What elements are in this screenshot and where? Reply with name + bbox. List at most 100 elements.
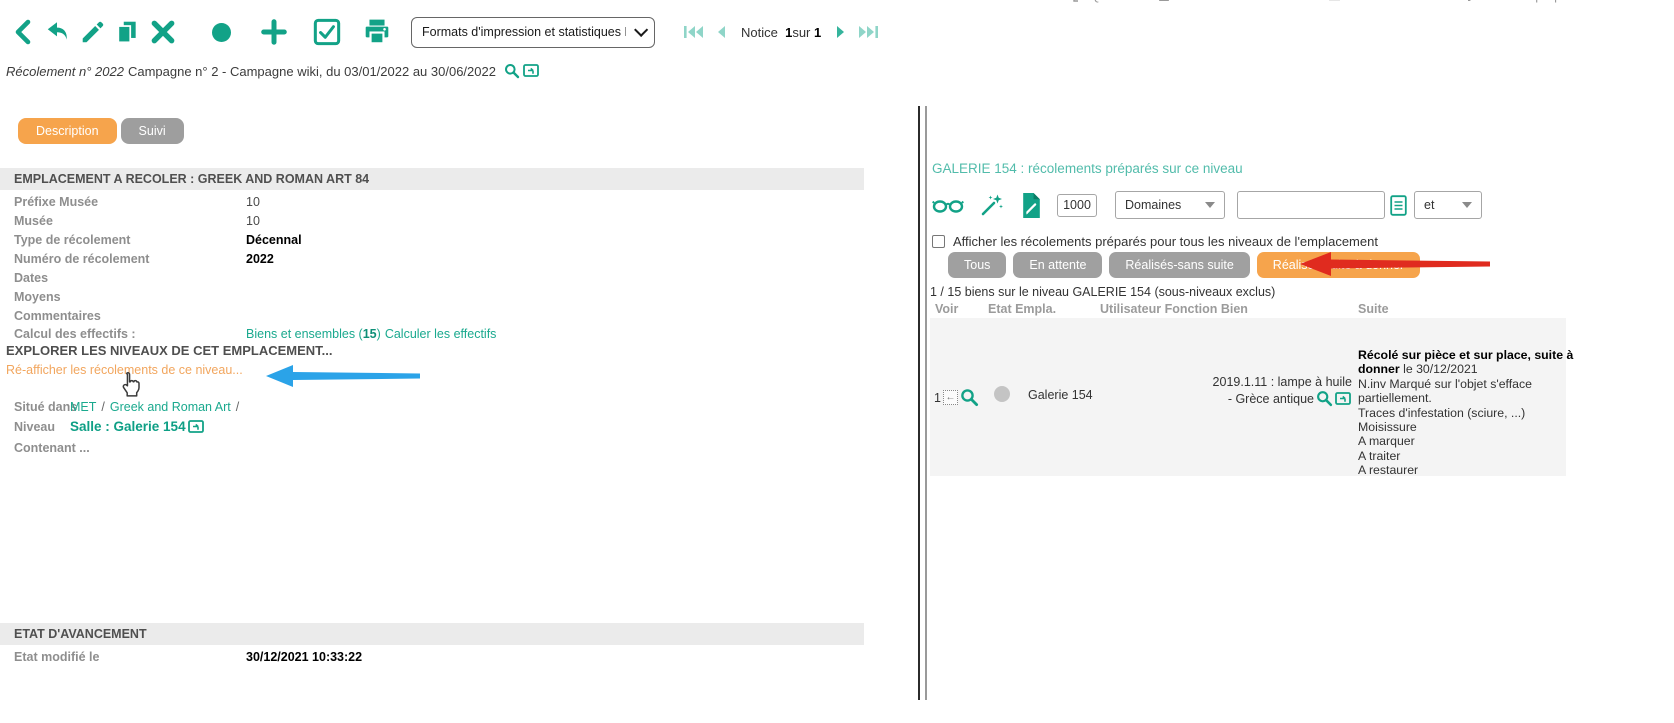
last-notice-button[interactable]: [857, 25, 879, 39]
right-toolbar: Domaines et: [932, 188, 1482, 222]
col-header-voir[interactable]: Voir: [935, 302, 958, 316]
glasses-icon: [932, 196, 964, 214]
breadcrumb: Récolement n° 2022 Campagne n° 2 - Campa…: [6, 63, 540, 79]
first-page-icon: [683, 25, 705, 39]
row-bien: 2019.1.11 : lampe à huile - Grèce antiqu…: [1168, 374, 1352, 407]
tab-label: Description: [36, 124, 99, 138]
mail-icon: [1328, 0, 1341, 1]
suite-date: le 30/12/2021: [1400, 362, 1478, 376]
close-x-icon: [150, 19, 176, 45]
panel-splitter[interactable]: [918, 106, 920, 700]
operator-select[interactable]: et: [1414, 191, 1482, 219]
add-button[interactable]: [261, 19, 287, 45]
menu-item-label: Quitter: [1090, 0, 1129, 3]
filter-label: Tous: [964, 258, 990, 272]
all-levels-checkbox-row: Afficher les récolements préparés pour t…: [932, 234, 1378, 249]
next-notice-button[interactable]: [835, 25, 847, 39]
notice-counter: Notice 1sur 1: [741, 25, 821, 40]
galerie-154-link[interactable]: Salle : Galerie 154: [70, 419, 205, 434]
panel-splitter-shadow: [925, 106, 927, 700]
copy-icon: [114, 19, 140, 45]
menu-item-label: À propos: [1523, 0, 1575, 3]
undo-arrow-icon: [44, 20, 70, 44]
menu-item-quitter[interactable]: Quitter: [1073, 0, 1129, 3]
magic-wand-button[interactable]: [980, 193, 1004, 217]
field-etat-modifie: Etat modifié le 30/12/2021 10:33:22: [0, 647, 864, 666]
view-mode-button[interactable]: [932, 196, 964, 214]
suite-line: A traiter: [1358, 449, 1578, 463]
criteria-search-input[interactable]: [1237, 191, 1385, 219]
bien-designation: - Grèce antique: [1228, 391, 1314, 407]
calculer-effectifs-link[interactable]: Calculer les effectifs: [385, 327, 497, 341]
chevron-down-icon: [1205, 202, 1215, 208]
field-dates: Dates: [0, 268, 864, 287]
menu-item-aide[interactable]: Aide: [1463, 0, 1506, 3]
top-menu: Quitter adminmusee ADMINISTRATEUR Contac…: [0, 0, 1674, 8]
edit-button[interactable]: [80, 19, 106, 45]
circle-icon: [212, 23, 231, 42]
tab-description[interactable]: Description: [18, 118, 117, 144]
biens-ensembles-link[interactable]: Biens et ensembles (15): [246, 327, 381, 341]
all-levels-checkbox-label: Afficher les récolements préparés pour t…: [953, 234, 1378, 249]
back-button[interactable]: [12, 19, 36, 45]
edit-sheet-button[interactable]: [1020, 192, 1043, 219]
search-icon[interactable]: [960, 388, 979, 407]
field-musee: Musée10: [0, 211, 864, 230]
row-index-group: 1 ←: [934, 388, 979, 407]
prev-notice-button[interactable]: [715, 25, 727, 39]
checkbox-check-icon: [313, 18, 341, 46]
domaines-select[interactable]: Domaines: [1115, 191, 1225, 219]
col-header-etat-empla[interactable]: Etat Empla.: [988, 302, 1056, 316]
recolement-app: Quitter adminmusee ADMINISTRATEUR Contac…: [0, 0, 1674, 723]
filter-en-attente-button[interactable]: En attente: [1013, 252, 1102, 278]
record-button[interactable]: [212, 23, 231, 42]
field-niveau: Niveau Salle : Galerie 154: [0, 417, 864, 436]
print-button[interactable]: [363, 18, 391, 46]
row-emplacement: Galerie 154: [1028, 388, 1093, 402]
col-header-utilisateur-fonction-bien[interactable]: Utilisateur Fonction Bien: [1100, 302, 1248, 316]
search-icon[interactable]: [1316, 390, 1333, 407]
field-numero-recolement: Numéro de récolement2022: [0, 249, 864, 268]
undo-button[interactable]: [44, 20, 70, 44]
breadcrumb-link-met[interactable]: MET: [70, 400, 96, 414]
pencil-icon: [80, 19, 106, 45]
domaines-select-value: Domaines: [1125, 198, 1181, 212]
print-formats-dropdown[interactable]: Formats d'impression et statistiques PV.…: [411, 17, 655, 48]
filter-realises-sans-suite-button[interactable]: Réalisés-sans suite: [1109, 252, 1249, 278]
notice-navigator: Notice 1sur 1: [683, 25, 879, 40]
filter-tous-button[interactable]: Tous: [948, 252, 1006, 278]
chevron-down-icon: [634, 23, 648, 37]
all-levels-checkbox[interactable]: [932, 235, 945, 248]
table-row[interactable]: 1 ← Galerie 154 2019.1.11 : lampe à huil…: [930, 318, 1566, 476]
duplicate-button[interactable]: [114, 19, 140, 45]
result-limit-input[interactable]: [1057, 194, 1097, 217]
row-suite: Récolé sur pièce et sur place, suite à d…: [1358, 348, 1578, 478]
delete-button[interactable]: [150, 19, 176, 45]
tab-suivi[interactable]: Suivi: [121, 118, 184, 144]
field-moyens: Moyens: [0, 287, 864, 306]
suite-line: A marquer: [1358, 434, 1578, 448]
main-toolbar: Formats d'impression et statistiques PV.…: [12, 8, 879, 56]
record-details-label: Campagne n° 2 - Campagne wiki, du 03/01/…: [128, 64, 496, 79]
user-icon: [1158, 0, 1170, 2]
result-count-line: 1 / 15 biens sur le niveau GALERIE 154 (…: [930, 285, 1275, 299]
col-header-suite[interactable]: Suite: [1358, 302, 1389, 316]
right-panel-title: GALERIE 154 : récolements préparés sur c…: [932, 161, 1243, 176]
document-pencil-icon: [1020, 192, 1043, 219]
open-window-icon[interactable]: [523, 63, 540, 78]
field-commentaires: Commentaires: [0, 306, 864, 325]
explore-heading: EXPLORER LES NIVEAUX DE CET EMPLACEMENT.…: [6, 343, 333, 358]
lexicon-button[interactable]: [1390, 195, 1407, 216]
first-notice-button[interactable]: [683, 25, 705, 39]
field-type-recolement: Type de récolementDécennal: [0, 230, 864, 249]
exit-icon: [1073, 0, 1085, 2]
left-tabs: Description Suivi: [18, 118, 184, 144]
back-arrow-button[interactable]: ←: [943, 390, 958, 405]
bien-inventory-number: 2019.1.11 : lampe à huile: [1168, 374, 1352, 390]
menu-item-contact[interactable]: Contact: [1328, 0, 1391, 3]
menu-item-apropos[interactable]: À propos: [1523, 0, 1575, 3]
validate-button[interactable]: [313, 18, 341, 46]
open-window-icon[interactable]: [1335, 391, 1352, 406]
section-etat-header: ETAT D'AVANCEMENT: [0, 623, 864, 645]
search-icon[interactable]: [504, 63, 520, 79]
